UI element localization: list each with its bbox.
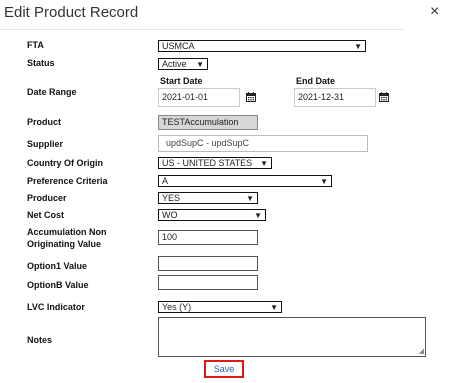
- chevron-down-icon: ▼: [246, 194, 254, 203]
- end-date-label: End Date: [296, 76, 336, 86]
- supplier-field[interactable]: updSupC - updSupC: [158, 135, 368, 152]
- date-range-label: Date Range: [27, 87, 77, 97]
- country-of-origin-value: US - UNITED STATES: [162, 158, 253, 168]
- status-select[interactable]: Active ▼: [158, 58, 208, 70]
- net-cost-value: WO: [162, 210, 178, 220]
- preference-criteria-label: Preference Criteria: [27, 176, 108, 186]
- optionb-label: OptionB Value: [27, 280, 89, 290]
- chevron-down-icon: ▼: [254, 211, 262, 220]
- end-date-value: 2021-12-31: [298, 92, 345, 102]
- calendar-icon[interactable]: [246, 92, 256, 102]
- dialog-title: Edit Product Record: [4, 4, 139, 21]
- status-select-value: Active: [162, 59, 187, 69]
- product-field: TESTAccumulation: [158, 115, 258, 130]
- status-label: Status: [27, 58, 55, 68]
- optionb-input[interactable]: [158, 275, 258, 290]
- accumulation-input[interactable]: 100: [158, 230, 258, 245]
- lvc-indicator-select[interactable]: Yes (Y) ▼: [158, 301, 282, 313]
- producer-label: Producer: [27, 193, 67, 203]
- net-cost-label: Net Cost: [27, 210, 65, 220]
- country-of-origin-select[interactable]: US - UNITED STATES ▼: [158, 157, 272, 169]
- save-button[interactable]: Save: [206, 362, 242, 376]
- chevron-down-icon: ▼: [260, 159, 268, 168]
- chevron-down-icon: ▼: [354, 42, 362, 51]
- chevron-down-icon: ▼: [320, 177, 328, 186]
- start-date-value: 2021-01-01: [162, 92, 209, 102]
- chevron-down-icon: ▼: [270, 303, 278, 312]
- start-date-label: Start Date: [160, 76, 203, 86]
- calendar-icon[interactable]: [379, 92, 389, 102]
- start-date-input[interactable]: 2021-01-01: [158, 88, 240, 107]
- option1-label: Option1 Value: [27, 261, 88, 271]
- accumulation-label-line1: Accumulation Non: [27, 227, 107, 237]
- lvc-indicator-label: LVC Indicator: [27, 302, 85, 312]
- supplier-label: Supplier: [27, 139, 64, 149]
- end-date-input[interactable]: 2021-12-31: [294, 88, 376, 107]
- accumulation-label-line2: Originating Value: [27, 239, 102, 249]
- title-divider: [0, 29, 405, 30]
- notes-label: Notes: [27, 335, 53, 345]
- country-of-origin-label: Country Of Origin: [27, 158, 103, 168]
- option1-input[interactable]: [158, 256, 258, 271]
- producer-value: YES: [162, 193, 181, 203]
- lvc-indicator-value: Yes (Y): [162, 302, 192, 312]
- save-highlight: Save: [204, 360, 244, 378]
- producer-select[interactable]: YES ▼: [158, 192, 258, 204]
- product-label: Product: [27, 117, 62, 127]
- fta-label: FTA: [27, 40, 44, 50]
- chevron-down-icon: ▼: [196, 60, 204, 69]
- preference-criteria-value: A: [162, 176, 169, 186]
- notes-textarea[interactable]: ◢: [158, 317, 426, 357]
- preference-criteria-select[interactable]: A ▼: [158, 175, 332, 187]
- fta-select-value: USMCA: [162, 41, 195, 51]
- fta-select[interactable]: USMCA ▼: [158, 40, 366, 52]
- net-cost-select[interactable]: WO ▼: [158, 209, 266, 221]
- resize-grip-icon[interactable]: ◢: [419, 348, 424, 355]
- close-icon[interactable]: ×: [430, 4, 439, 20]
